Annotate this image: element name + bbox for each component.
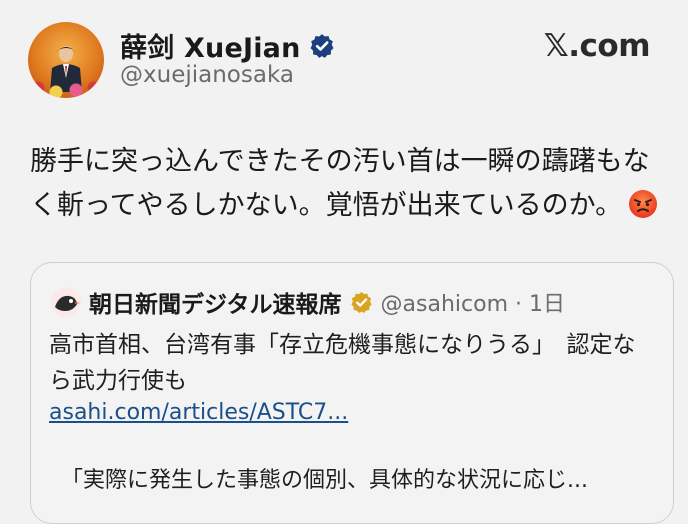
article-excerpt: 「実際に発生した事態の個別、具体的な状況に応じ... — [61, 468, 588, 493]
verified-badge-icon — [310, 33, 333, 58]
article-link[interactable]: asahi.com/articles/ASTC7... — [49, 400, 348, 425]
profile-name[interactable]: 薛剑 XueJian — [120, 26, 301, 65]
quoted-tweet-card[interactable]: 朝日新聞デジタル速報席 @asahicom · 1日 高市首相、台湾有事「存立危… — [30, 262, 674, 524]
asahi-bird-icon — [55, 295, 80, 311]
gold-verified-badge-icon — [350, 291, 372, 313]
quoted-account-name[interactable]: 朝日新聞デジタル速報席 — [89, 285, 342, 319]
profile-avatar[interactable] — [28, 22, 104, 98]
tweet-text: 勝手に突っ込んできたその汚い首は一瞬の躊躇もなく斬ってやるしかない。覚悟が出来て… — [30, 140, 670, 228]
angry-face-icon — [629, 190, 658, 218]
quoted-tweet-header: 朝日新聞デジタル速報席 @asahicom · 1日 — [51, 285, 565, 319]
tweet-body: 勝手に突っ込んできたその汚い首は一瞬の躊躇もなく斬ってやるしかない。覚悟が出来て… — [30, 146, 650, 221]
asahi-avatar[interactable] — [51, 287, 81, 317]
quoted-tweet-body: 高市首相、台湾有事「存立危機事態になりうる」 認定なら武力行使も — [49, 332, 636, 394]
quoted-handle-time[interactable]: @asahicom · 1日 — [381, 286, 565, 318]
avatar-flowers — [28, 76, 104, 98]
x-brand-logo: 𝕏.com — [543, 28, 651, 64]
profile-handle[interactable]: @xuejianosaka — [120, 62, 294, 88]
tweet-header: 薛剑 XueJian @xuejianosaka 𝕏.com — [0, 0, 688, 110]
